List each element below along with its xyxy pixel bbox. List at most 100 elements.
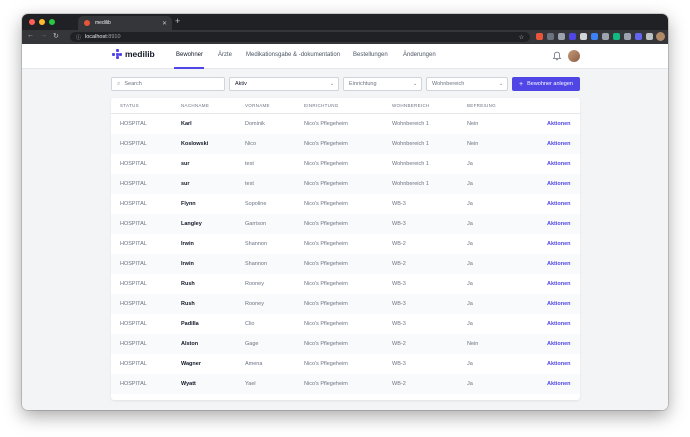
cell-wohnbereich: WB-3 — [392, 321, 406, 327]
header-vorname: VORNAME — [245, 103, 270, 108]
cell-befreiung: Nein — [467, 341, 479, 347]
row-actions-link[interactable]: Aktionen — [547, 381, 571, 387]
cell-befreiung: Ja — [467, 301, 473, 307]
table-row[interactable]: HOSPITAL sur test Nico's Pflegeheim Wohnbere… — [111, 174, 580, 194]
extension-icon[interactable] — [547, 33, 554, 40]
address-bar[interactable]: ⓘ localhost :8910 ☆ — [70, 32, 530, 42]
extension-icon[interactable] — [602, 33, 609, 40]
table-row[interactable]: HOSPITAL Wyatt Yael Nico's Pflegeheim WB-2 Ja… — [111, 374, 580, 394]
maximize-window-button[interactable] — [49, 19, 55, 25]
cell-befreiung: Ja — [467, 261, 473, 267]
cell-wohnbereich: WB-3 — [392, 281, 406, 287]
facility-select-placeholder: Einrichtung — [349, 81, 377, 87]
row-actions-link[interactable]: Aktionen — [547, 241, 571, 247]
extension-icon[interactable] — [580, 33, 587, 40]
search-input[interactable]: ⌕ Search — [111, 77, 225, 91]
tab-title: medilib — [95, 20, 111, 26]
minimize-window-button[interactable] — [39, 19, 45, 25]
cell-wohnbereich: Wohnbereich 1 — [392, 121, 429, 127]
cell-einrichtung: Nico's Pflegeheim — [304, 281, 348, 287]
table-row[interactable]: HOSPITAL Wagner Amena Nico's Pflegeheim WB-3… — [111, 354, 580, 374]
user-avatar[interactable] — [568, 50, 580, 62]
row-actions-link[interactable]: Aktionen — [547, 321, 571, 327]
cell-vorname: Rooney — [245, 281, 264, 287]
row-actions-link[interactable]: Aktionen — [547, 261, 571, 267]
forward-icon[interactable]: → — [40, 32, 47, 39]
cell-status: HOSPITAL — [120, 361, 147, 367]
extension-icon[interactable] — [624, 33, 631, 40]
tab-close-icon[interactable]: ✕ — [162, 20, 167, 27]
bell-icon[interactable] — [552, 51, 562, 61]
row-actions-link[interactable]: Aktionen — [547, 281, 571, 287]
cell-status: HOSPITAL — [120, 301, 147, 307]
table-row[interactable]: HOSPITAL Karl Dominik Nico's Pflegeheim Wohn… — [111, 114, 580, 134]
row-actions-link[interactable]: Aktionen — [547, 181, 571, 187]
puzzle-icon[interactable] — [646, 33, 653, 40]
cell-status: HOSPITAL — [120, 281, 147, 287]
table-row[interactable]: HOSPITAL Padilla Clio Nico's Pflegeheim WB-3… — [111, 314, 580, 334]
reload-icon[interactable]: ↻ — [53, 32, 59, 40]
table-row[interactable]: HOSPITAL Alston Gage Nico's Pflegeheim WB-2 N… — [111, 334, 580, 354]
filter-bar: ⌕ Search Aktiv ⌄ Einrichtung ⌄ Wohnberei… — [111, 77, 580, 91]
nav-medikationsgabe[interactable]: Medikationsgabe & -dokumentation — [246, 52, 340, 58]
cell-vorname: Garrison — [245, 221, 267, 227]
chevron-down-icon: ⌄ — [499, 81, 504, 87]
header-wohnbereich: WOHNBEREICH — [392, 103, 430, 108]
facility-select[interactable]: Einrichtung ⌄ — [343, 77, 422, 91]
table-row[interactable]: HOSPITAL Rush Rooney Nico's Pflegeheim WB-3 J… — [111, 294, 580, 314]
table-row[interactable]: HOSPITAL Langley Garrison Nico's Pflegeheim… — [111, 214, 580, 234]
table-row[interactable]: HOSPITAL Irwin Shannon Nico's Pflegeheim WB-… — [111, 254, 580, 274]
cell-einrichtung: Nico's Pflegeheim — [304, 341, 348, 347]
browser-tab[interactable]: medilib ✕ — [78, 16, 172, 30]
app-logo[interactable]: medilib — [112, 49, 155, 59]
cell-befreiung: Ja — [467, 221, 473, 227]
area-select[interactable]: Wohnbereich ⌄ — [426, 77, 508, 91]
table-header: STATUS NACHNAME VORNAME EINRICHTUNG WOHN… — [111, 98, 580, 114]
row-actions-link[interactable]: Aktionen — [547, 161, 571, 167]
cell-nachname: Langley — [181, 221, 202, 227]
extension-icon[interactable] — [558, 33, 565, 40]
table-row[interactable]: HOSPITAL sur test Nico's Pflegeheim Wohnbere… — [111, 154, 580, 174]
extension-icon[interactable] — [591, 33, 598, 40]
row-actions-link[interactable]: Aktionen — [547, 301, 571, 307]
back-icon[interactable]: ← — [27, 32, 34, 39]
bookmark-star-icon[interactable]: ☆ — [519, 34, 524, 41]
table-row[interactable]: HOSPITAL Flynn Sopoline Nico's Pflegeheim WB… — [111, 194, 580, 214]
row-actions-link[interactable]: Aktionen — [547, 141, 571, 147]
table-row[interactable]: HOSPITAL Irwin Shannon Nico's Pflegeheim WB-… — [111, 234, 580, 254]
row-actions-link[interactable]: Aktionen — [547, 201, 571, 207]
cell-wohnbereich: WB-2 — [392, 341, 406, 347]
status-select[interactable]: Aktiv ⌄ — [229, 77, 339, 91]
cell-nachname: Koslowski — [181, 141, 209, 147]
new-tab-button[interactable]: + — [175, 16, 180, 26]
cell-einrichtung: Nico's Pflegeheim — [304, 141, 348, 147]
row-actions-link[interactable]: Aktionen — [547, 341, 571, 347]
add-resident-button[interactable]: + Bewohner anlegen — [512, 77, 580, 91]
table-row[interactable]: HOSPITAL Koslowski Nico Nico's Pflegeheim Wo… — [111, 134, 580, 154]
nav-aenderungen[interactable]: Änderungen — [403, 52, 436, 58]
cell-vorname: Rooney — [245, 301, 264, 307]
cell-vorname: Gage — [245, 341, 259, 347]
cell-befreiung: Nein — [467, 121, 479, 127]
extension-icon[interactable] — [569, 33, 576, 40]
nav-aerzte[interactable]: Ärzte — [218, 52, 232, 58]
row-actions-link[interactable]: Aktionen — [547, 221, 571, 227]
browser-profile-avatar[interactable] — [656, 32, 665, 41]
row-actions-link[interactable]: Aktionen — [547, 361, 571, 367]
nav-bestellungen[interactable]: Bestellungen — [353, 52, 388, 58]
extension-icon[interactable] — [536, 33, 543, 40]
nav-bewohner[interactable]: Bewohner — [176, 52, 203, 58]
browser-window: medilib ✕ + ← → ↻ ⓘ localhost :8910 ☆ me… — [22, 14, 668, 410]
cell-status: HOSPITAL — [120, 381, 147, 387]
favicon-icon — [84, 20, 90, 26]
extension-icon[interactable] — [613, 33, 620, 40]
extension-icon[interactable] — [635, 33, 642, 40]
close-window-button[interactable] — [29, 19, 35, 25]
cell-wohnbereich: Wohnbereich 1 — [392, 141, 429, 147]
cell-status: HOSPITAL — [120, 181, 147, 187]
cell-vorname: Clio — [245, 321, 255, 327]
cell-wohnbereich: WB-2 — [392, 241, 406, 247]
table-row[interactable]: HOSPITAL Rush Rooney Nico's Pflegeheim WB-3 J… — [111, 274, 580, 294]
row-actions-link[interactable]: Aktionen — [547, 121, 571, 127]
cell-vorname: Shannon — [245, 241, 268, 247]
